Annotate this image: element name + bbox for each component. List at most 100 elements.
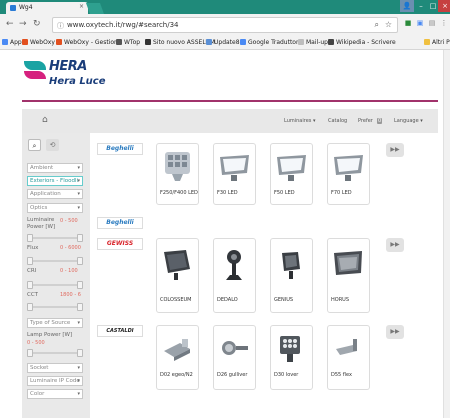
floodlight-image — [334, 155, 363, 181]
luminaire-power-range: 0 - 500 — [60, 218, 78, 224]
address-bar[interactable]: ⓘ www.oxytech.it/rwg/#search/34 ⌕ ☆ — [52, 17, 398, 33]
forward-icon[interactable]: → — [19, 19, 27, 29]
browser-tab[interactable]: Wg4 × — [6, 2, 88, 14]
flag-extension-icon[interactable]: ■ — [404, 19, 412, 29]
search-button[interactable]: ⌕ — [28, 139, 41, 151]
slider-handle[interactable] — [27, 234, 33, 242]
product-name: F250/F400 LED — [160, 190, 198, 196]
bookmark-star-icon[interactable]: ☆ — [385, 20, 392, 29]
application-select[interactable]: Application — [27, 189, 83, 199]
bookmark-item[interactable]: WTop — [116, 39, 140, 46]
product-name: GENIUS — [274, 297, 294, 303]
wikipedia-icon — [328, 39, 334, 45]
product-name: D55 flex — [331, 372, 352, 378]
bookmark-item[interactable]: Sito nuovo ASSELUM — [145, 39, 215, 46]
luminaire-power-label: Luminaire Power [W] — [27, 217, 56, 230]
color-select[interactable]: Color — [27, 389, 83, 399]
logo-wave-icon — [24, 71, 46, 79]
fixture-image — [164, 339, 190, 361]
slider-handle[interactable] — [77, 234, 83, 242]
ip-code-select[interactable]: Luminaire IP Code — [27, 376, 83, 386]
product-name: D26 gulliver — [217, 372, 248, 378]
product-card[interactable]: D26 gulliver — [213, 325, 256, 390]
reset-filters-button[interactable]: ⟲ — [46, 139, 59, 151]
product-card[interactable]: F30 LED — [213, 143, 256, 205]
new-tab-button[interactable] — [85, 3, 105, 14]
product-name: DEDALO — [217, 297, 238, 303]
bookmark-item[interactable]: Google Traduttore — [240, 39, 302, 46]
product-card[interactable]: F50 LED — [270, 143, 313, 205]
cct-slider[interactable] — [27, 303, 83, 311]
lamp-power-label: Lamp Power [W] — [27, 332, 73, 338]
toolbar: ← → ↻ ⓘ www.oxytech.it/rwg/#search/34 ⌕ … — [0, 14, 450, 36]
more-products-button[interactable]: ▶▶ — [386, 143, 404, 157]
profile-icon[interactable]: 👤 — [400, 0, 414, 12]
nav-luminaires[interactable]: Luminaires ▾ — [284, 118, 315, 124]
product-card[interactable]: F250/F400 LED — [156, 143, 199, 205]
nav-prefer[interactable]: Prefer — [358, 118, 373, 124]
search-icon[interactable]: ⌕ — [375, 20, 379, 30]
product-card[interactable]: DEDALO — [213, 238, 256, 313]
product-card[interactable]: F70 LED — [327, 143, 370, 205]
bookmark-item[interactable]: WebOxy - Gestione — [56, 39, 122, 46]
floodlight-image — [220, 155, 249, 181]
slider-handle[interactable] — [77, 303, 83, 311]
product-name: HORUS — [331, 297, 350, 303]
cri-label: CRI — [27, 268, 37, 274]
lamp-power-range: 0 - 500 — [27, 340, 45, 346]
cri-slider[interactable] — [27, 281, 83, 289]
product-name: D02 egeo/N2 — [160, 372, 193, 378]
tab-close-icon[interactable]: × — [79, 3, 84, 10]
slider-handle[interactable] — [27, 257, 33, 265]
flux-slider[interactable] — [27, 257, 83, 265]
slider-handle[interactable] — [77, 257, 83, 265]
product-card[interactable]: D02 egeo/N2 — [156, 325, 199, 390]
flux-range: 0 - 6000 — [60, 245, 81, 251]
extension-icon[interactable]: ▣ — [416, 19, 424, 29]
more-products-button[interactable]: ▶▶ — [386, 325, 404, 339]
brand-beghelli[interactable]: Beghelli — [97, 217, 143, 229]
bookmark-icon — [145, 39, 151, 45]
filter-panel: ⌕ ⟲ Ambient Exteriors - Floodli Applicat… — [22, 133, 90, 418]
nav-catalog[interactable]: Catalog — [328, 118, 347, 124]
bookmark-icon — [116, 39, 122, 45]
favicon-icon — [10, 5, 16, 11]
product-card[interactable]: D55 flex — [327, 325, 370, 390]
close-window-button[interactable]: × — [438, 0, 450, 12]
extension-icon[interactable]: ▤ — [428, 19, 436, 29]
hera-luce-logo[interactable]: HERA Hera Luce — [24, 57, 124, 93]
ambient-select[interactable]: Ambient — [27, 163, 83, 173]
source-type-select[interactable]: Type of Source — [27, 318, 83, 328]
bookmark-folder[interactable]: Altri P — [424, 39, 450, 46]
cri-range: 0 - 100 — [60, 268, 78, 274]
exterior-select[interactable]: Exteriors - Floodli — [27, 176, 83, 186]
slider-handle[interactable] — [27, 281, 33, 289]
bookmark-item[interactable]: App — [2, 39, 22, 46]
brand-castaldi[interactable]: CASTALDI — [97, 325, 143, 337]
menu-icon[interactable]: ⋮ — [440, 19, 448, 29]
product-card[interactable]: D30 lover — [270, 325, 313, 390]
socket-select[interactable]: Socket — [27, 363, 83, 373]
product-card[interactable]: GENIUS — [270, 238, 313, 313]
slider-handle[interactable] — [27, 303, 33, 311]
reload-icon[interactable]: ↻ — [33, 19, 41, 29]
luminaire-power-slider[interactable] — [27, 234, 83, 242]
bookmark-item[interactable]: WebOxy — [22, 39, 55, 46]
slider-handle[interactable] — [77, 349, 83, 357]
brand-gewiss[interactable]: GEWISS — [97, 238, 143, 250]
slider-handle[interactable] — [77, 281, 83, 289]
bookmark-item[interactable]: Wikipedia - Scrivere — [328, 39, 396, 46]
optics-select[interactable]: Optics — [27, 203, 83, 213]
more-products-button[interactable]: ▶▶ — [386, 238, 404, 252]
nav-language[interactable]: Language ▾ — [394, 118, 423, 124]
product-card[interactable]: HORUS — [327, 238, 370, 313]
home-icon[interactable]: ⌂ — [42, 115, 48, 125]
brand-beghelli[interactable]: Beghelli — [97, 143, 143, 155]
floodlight-image — [164, 250, 190, 280]
bookmark-item[interactable]: Update8 — [206, 39, 240, 46]
back-icon[interactable]: ← — [6, 19, 14, 29]
product-card[interactable]: COLOSSEUM — [156, 238, 199, 313]
lamp-power-slider[interactable] — [27, 349, 83, 357]
slider-handle[interactable] — [27, 349, 33, 357]
bookmark-item[interactable]: Mail-up — [298, 39, 328, 46]
